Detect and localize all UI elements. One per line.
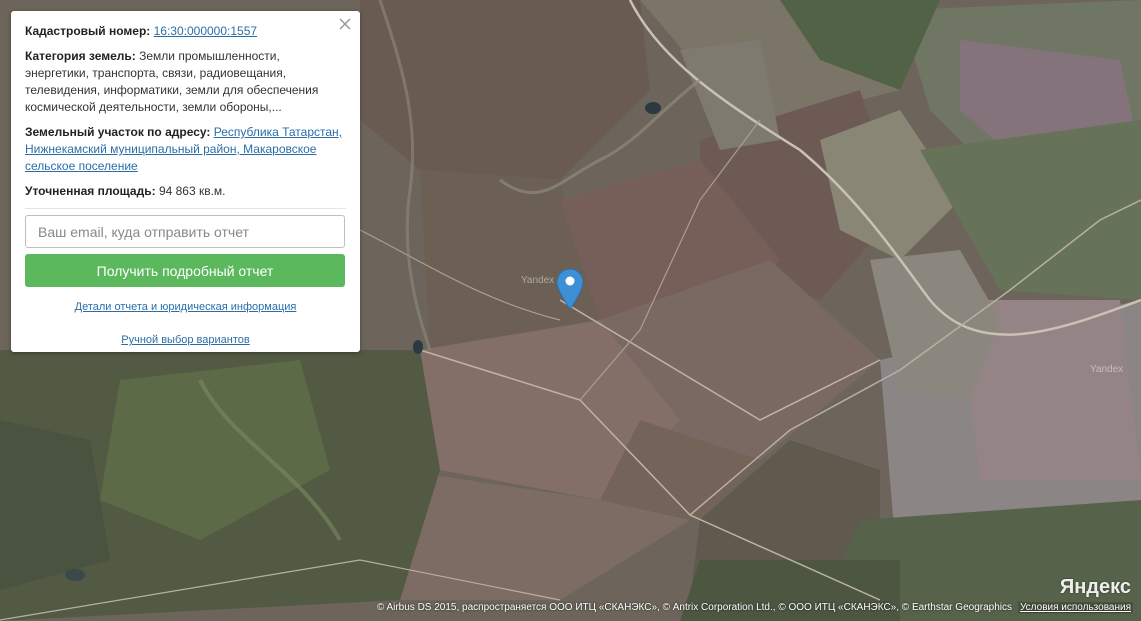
- divider: [25, 208, 346, 209]
- address-row: Земельный участок по адресу: Республика …: [25, 124, 346, 175]
- map-attribution: © Airbus DS 2015, распространяется ООО И…: [377, 602, 1133, 613]
- cadastral-row: Кадастровый номер: 16:30:000000:1557: [25, 23, 346, 40]
- area-row: Уточненная площадь: 94 863 кв.м.: [25, 183, 346, 200]
- location-pin-icon[interactable]: [556, 268, 584, 310]
- parcel-info-card: Кадастровый номер: 16:30:000000:1557 Кат…: [11, 11, 360, 352]
- email-field[interactable]: [25, 215, 345, 248]
- address-label: Земельный участок по адресу:: [25, 125, 211, 139]
- category-row: Категория земель: Земли промышленности, …: [25, 48, 346, 116]
- yandex-logo: Яндекс: [1059, 576, 1131, 598]
- category-label: Категория земель:: [25, 49, 136, 63]
- manual-link-row: Ручной выбор вариантов: [25, 332, 346, 349]
- manual-selection-link[interactable]: Ручной выбор вариантов: [121, 334, 249, 346]
- cadastral-label: Кадастровый номер:: [25, 24, 151, 38]
- area-value: 94 863 кв.м.: [158, 184, 226, 198]
- map-watermark: Yandex: [1090, 364, 1124, 375]
- get-report-button[interactable]: Получить подробный отчет: [25, 254, 345, 287]
- area-label: Уточненная площадь:: [25, 184, 156, 198]
- details-link-row: Детали отчета и юридическая информация: [25, 299, 346, 316]
- close-icon[interactable]: [338, 17, 352, 31]
- terms-link[interactable]: Условия использования: [1018, 602, 1133, 613]
- map-watermark: Yandex: [521, 275, 555, 286]
- cadastral-number-link[interactable]: 16:30:000000:1557: [154, 24, 257, 38]
- details-link[interactable]: Детали отчета и юридическая информация: [75, 301, 297, 313]
- attribution-text: © Airbus DS 2015, распространяется ООО И…: [376, 602, 1012, 613]
